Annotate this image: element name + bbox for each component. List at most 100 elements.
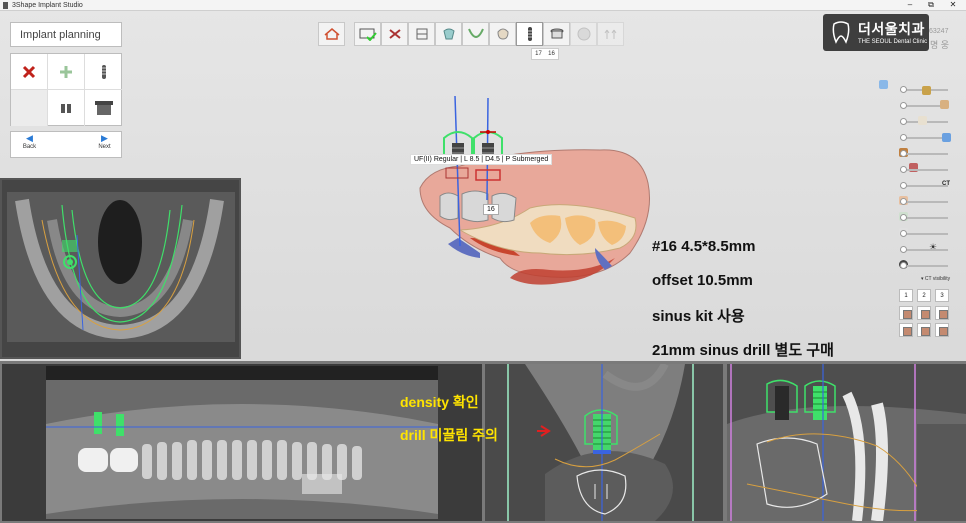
patient-id: 63247 [929, 28, 949, 35]
back-button[interactable]: ◀ Back [11, 132, 48, 158]
slider-knob[interactable] [900, 182, 907, 189]
implant-step[interactable] [516, 22, 543, 46]
contrast-slider[interactable] [900, 262, 948, 269]
brightness-slider[interactable] [900, 246, 948, 253]
workflow-toolbar [318, 22, 654, 46]
home-button[interactable] [318, 22, 345, 46]
annotation-implant-size: #16 4.5*8.5mm [652, 238, 756, 255]
visibility-slider-6[interactable] [900, 166, 948, 173]
cross-section-view-2[interactable] [727, 364, 966, 521]
view-preset-3[interactable] [935, 306, 949, 320]
tooth-16[interactable]: 16 [548, 51, 555, 57]
light-icon [879, 80, 888, 89]
window-title: 3Shape Implant Studio [12, 2, 83, 9]
implant-studio-window: 3Shape Implant Studio – ⧉ ✕ Implant plan… [0, 0, 966, 523]
visibility-slider-4[interactable] [900, 134, 948, 141]
view-preset-2[interactable] [917, 306, 931, 320]
order-step[interactable] [354, 22, 381, 46]
tooth-layer-icon [918, 116, 927, 125]
view-preset-1[interactable] [899, 306, 913, 320]
slider-knob[interactable] [900, 102, 907, 109]
app-icon [3, 2, 8, 9]
visibility-slider-5[interactable] [900, 150, 948, 157]
view-button-1[interactable]: 1 [899, 289, 913, 302]
crown-step[interactable] [489, 22, 516, 46]
delete-icon [22, 65, 36, 78]
sleeve-button[interactable] [85, 90, 122, 126]
axial-ct-image [2, 180, 239, 357]
visibility-slider-9[interactable] [900, 230, 948, 237]
axial-ct-view[interactable] [0, 178, 241, 359]
order-icon [359, 28, 377, 41]
next-label: Next [98, 144, 111, 150]
annotation-sinus-drill: 21mm sinus drill 별도 구매 [652, 342, 834, 359]
minimize-button[interactable]: – [904, 0, 916, 11]
crown-icon [496, 28, 509, 40]
implant-button[interactable] [85, 54, 122, 90]
bone-step[interactable] [381, 22, 408, 46]
scan-step[interactable] [408, 22, 435, 46]
next-button[interactable]: ▶ Next [86, 132, 123, 158]
close-button[interactable]: ✕ [947, 0, 959, 11]
slider-knob[interactable] [900, 134, 907, 141]
bone-icon [388, 29, 401, 39]
implant-spec-label: UF(II) Regular | L 8.5 | D4.5 | P Submer… [410, 154, 553, 165]
delete-implant-button[interactable] [11, 54, 48, 90]
visibility-slider-7[interactable] [900, 198, 948, 205]
ct-visibility-label: ▾ CT visibility [921, 276, 950, 282]
add-implant-icon [60, 65, 72, 78]
slider-knob[interactable] [900, 150, 907, 157]
cross-section-image-1 [485, 364, 723, 521]
sleeve-icon [94, 101, 113, 115]
finish-step[interactable] [597, 22, 624, 46]
step-title: Implant planning [10, 22, 122, 47]
abutment-icon [61, 104, 71, 113]
implant-icon [527, 27, 532, 41]
slider-knob[interactable] [900, 214, 907, 221]
guide-step[interactable] [570, 22, 597, 46]
arrow-left-icon: ◀ [26, 133, 33, 143]
slider-knob[interactable] [900, 262, 907, 269]
cross-section-image-2 [727, 364, 966, 521]
tooth-number-label: 16 [483, 204, 499, 215]
finish-icon [604, 29, 616, 39]
view-preset-4[interactable] [899, 323, 913, 337]
slider-knob[interactable] [900, 166, 907, 173]
tool-grid [10, 53, 122, 126]
tooth-17[interactable]: 17 [535, 51, 542, 57]
slider-knob[interactable] [900, 118, 907, 125]
cross-section-view-1[interactable] [485, 364, 723, 521]
add-implant-button[interactable] [48, 54, 85, 90]
home-icon [324, 28, 339, 40]
slider-knob[interactable] [900, 246, 907, 253]
arrow-right-icon: ▶ [101, 133, 108, 143]
view-preset-5[interactable] [917, 323, 931, 337]
gum-step[interactable] [462, 22, 489, 46]
3d-dental-model[interactable] [400, 88, 665, 293]
abutment-button[interactable] [48, 90, 85, 126]
annotation-density: density 확인 [400, 394, 479, 410]
logo-english: THE SEOUL Dental Clinic [858, 39, 928, 45]
slider-knob[interactable] [900, 230, 907, 237]
gum-icon [467, 28, 484, 38]
view-button-3[interactable]: 3 [935, 289, 949, 302]
maximize-button[interactable]: ⧉ [925, 0, 937, 11]
ct-slider[interactable] [900, 182, 948, 189]
clinic-logo: 더서울치과 THE SEOUL Dental Clinic [823, 14, 929, 51]
scan-icon [416, 28, 427, 40]
title-bar: 3Shape Implant Studio – ⧉ ✕ [0, 0, 966, 11]
slider-knob[interactable] [900, 198, 907, 205]
sleeve-step[interactable] [543, 22, 570, 46]
tooth-selector[interactable]: 17 16 [531, 48, 559, 60]
wizard-nav: ◀ Back ▶ Next [10, 131, 122, 158]
scan-layer-icon [922, 86, 931, 95]
view-button-2[interactable]: 2 [917, 289, 931, 302]
slider-knob[interactable] [900, 86, 907, 93]
view-preset-6[interactable] [935, 323, 949, 337]
ct-visibility-text: CT visibility [924, 276, 951, 282]
prep-step[interactable] [435, 22, 462, 46]
empty-tool-slot [11, 90, 48, 126]
tooth-logo-icon [832, 21, 850, 44]
visibility-slider-8[interactable] [900, 214, 948, 221]
guide-layer-icon [942, 133, 951, 142]
